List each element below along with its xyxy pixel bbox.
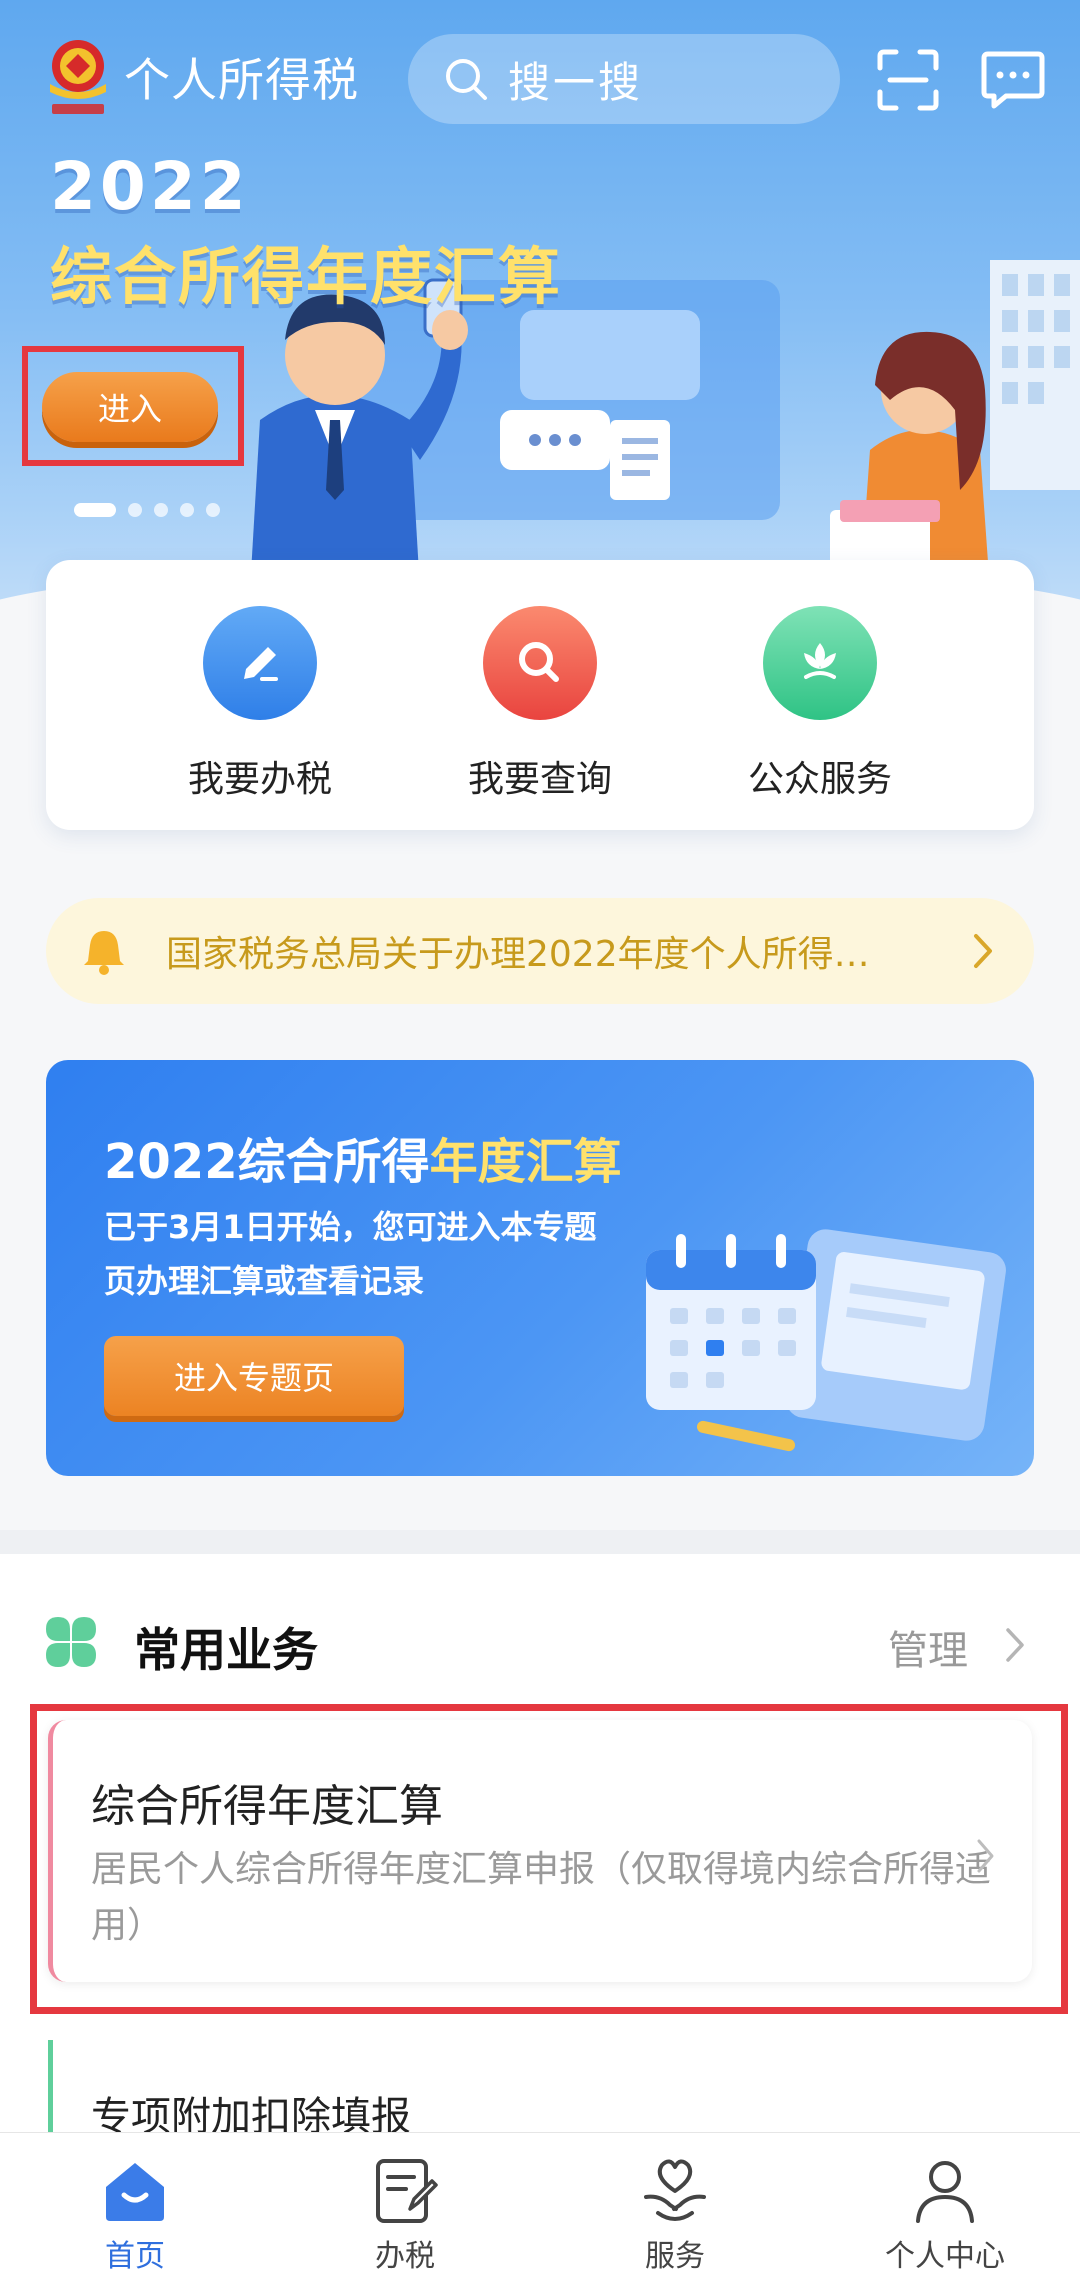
quick-action-label: 我要办税 — [187, 759, 332, 800]
bell-icon — [84, 931, 124, 975]
notice-bar[interactable]: 国家税务总局关于办理2022年度个人所得… — [46, 898, 1034, 1004]
quick-actions-card: 我要办税 我要查询 公众服务 — [46, 560, 1034, 830]
search-input[interactable]: 搜一搜 — [408, 34, 840, 124]
chevron-right-icon — [974, 934, 992, 968]
scan-icon[interactable] — [876, 48, 940, 112]
document-edit-icon — [376, 2159, 438, 2223]
annual-settlement-banner[interactable]: 2022综合所得年度汇算 已于3月1日开始，您可进入本专题 页办理汇算或查看记录… — [46, 1060, 1034, 1476]
magnifier-icon — [483, 606, 597, 720]
home-icon — [106, 2163, 164, 2221]
carousel-dot[interactable] — [180, 503, 194, 517]
pencil-icon — [203, 606, 317, 720]
promo-title: 2022综合所得年度汇算 — [104, 1134, 622, 1190]
highlight-box — [22, 346, 244, 466]
carousel-indicator — [74, 503, 220, 517]
tab-tax[interactable]: 办税 — [270, 2133, 540, 2281]
tab-label: 办税 — [375, 2239, 435, 2274]
notice-text: 国家税务总局关于办理2022年度个人所得… — [166, 934, 870, 975]
quick-action-public-service[interactable]: 公众服务 — [710, 606, 930, 806]
app-title: 个人所得税 — [124, 53, 359, 107]
heart-hand-icon — [644, 2159, 706, 2221]
manage-link[interactable]: 管理 — [888, 1618, 968, 1676]
flower-icon — [763, 606, 877, 720]
bottom-tab-bar: 首页 办税 服务 个人中心 — [0, 2132, 1080, 2281]
section-title: 常用业务 — [134, 1623, 318, 1677]
tab-home[interactable]: 首页 — [0, 2133, 270, 2281]
tab-profile[interactable]: 个人中心 — [810, 2133, 1080, 2281]
calendar-document-illustration — [646, 1229, 1006, 1452]
tab-label: 个人中心 — [885, 2239, 1005, 2274]
message-icon[interactable] — [980, 48, 1046, 112]
grid-flower-icon — [46, 1617, 96, 1667]
chevron-right-icon[interactable] — [1004, 1626, 1026, 1664]
tab-service[interactable]: 服务 — [540, 2133, 810, 2281]
hero-year: 2022 — [50, 148, 250, 225]
search-placeholder: 搜一搜 — [508, 57, 644, 107]
carousel-dot[interactable] — [128, 503, 142, 517]
quick-action-tax[interactable]: 我要办税 — [150, 606, 370, 806]
enter-topic-button[interactable]: 进入专题页 — [104, 1336, 404, 1416]
carousel-dot[interactable] — [206, 503, 220, 517]
quick-action-label: 我要查询 — [467, 759, 612, 800]
carousel-dot[interactable] — [154, 503, 168, 517]
tax-emblem-logo — [50, 40, 106, 114]
quick-action-query[interactable]: 我要查询 — [430, 606, 650, 806]
tab-label: 服务 — [645, 2239, 705, 2274]
highlight-box — [30, 1704, 1068, 2014]
promo-description: 已于3月1日开始，您可进入本专题 页办理汇算或查看记录 — [104, 1208, 597, 1300]
person-icon — [916, 2161, 974, 2223]
hero-title: 综合所得年度汇算 — [50, 240, 563, 313]
search-icon — [446, 59, 487, 100]
carousel-dot[interactable] — [74, 503, 116, 517]
quick-action-label: 公众服务 — [747, 759, 892, 800]
section-divider — [0, 1530, 1080, 1554]
tab-label: 首页 — [105, 2239, 165, 2274]
